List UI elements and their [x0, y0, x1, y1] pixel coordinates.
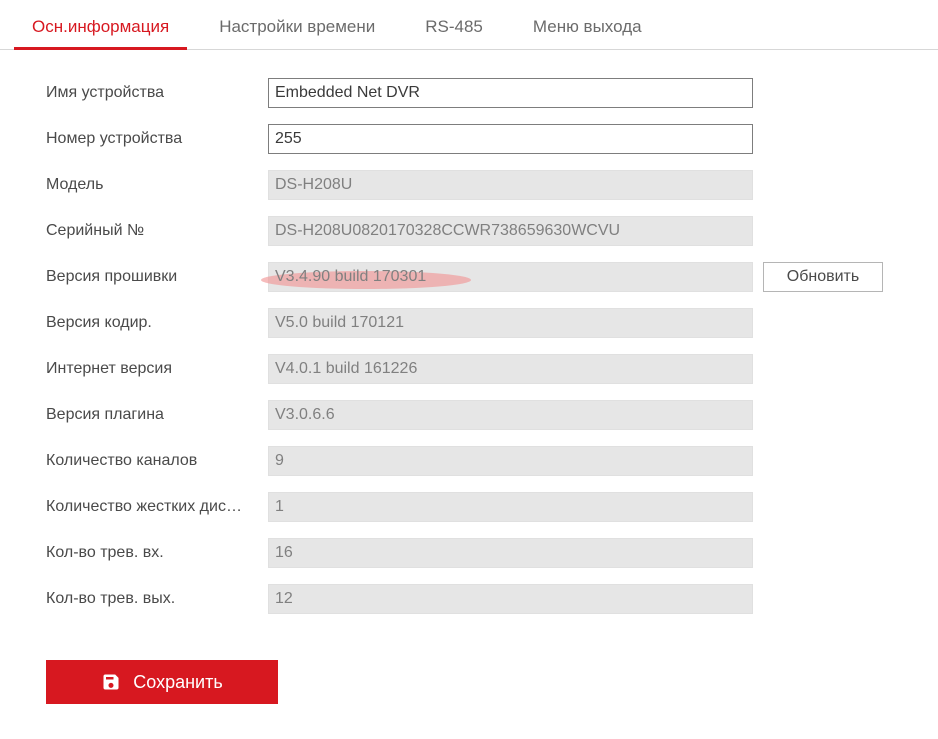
hdds-value: 1	[268, 492, 753, 522]
alarm-in-value: 16	[268, 538, 753, 568]
label-alarm-in: Кол-во трев. вх.	[46, 544, 268, 562]
label-alarm-out: Кол-во трев. вых.	[46, 590, 268, 608]
firmware-value: V3.4.90 build 170301	[268, 262, 753, 292]
channels-value: 9	[268, 446, 753, 476]
label-plugin: Версия плагина	[46, 406, 268, 424]
label-serial: Серийный №	[46, 222, 268, 240]
serial-value: DS-H208U0820170328CCWR738659630WCVU	[268, 216, 753, 246]
update-button[interactable]: Обновить	[763, 262, 883, 292]
alarm-out-value: 12	[268, 584, 753, 614]
device-no-input[interactable]	[268, 124, 753, 154]
save-icon	[101, 672, 121, 692]
plugin-value: V3.0.6.6	[268, 400, 753, 430]
device-name-input[interactable]	[268, 78, 753, 108]
save-button-label: Сохранить	[133, 672, 222, 693]
label-device-no: Номер устройства	[46, 130, 268, 148]
tab-time-settings[interactable]: Настройки времени	[201, 5, 393, 49]
web-value: V4.0.1 build 161226	[268, 354, 753, 384]
tab-bar: Осн.информация Настройки времени RS-485 …	[0, 0, 938, 50]
encoding-value: V5.0 build 170121	[268, 308, 753, 338]
label-device-name: Имя устройства	[46, 84, 268, 102]
tab-rs485[interactable]: RS-485	[407, 5, 501, 49]
form-area: Имя устройства Номер устройства Модель D…	[0, 50, 938, 714]
tab-logout-menu[interactable]: Меню выхода	[515, 5, 660, 49]
tab-basic-info[interactable]: Осн.информация	[14, 5, 187, 49]
model-value: DS-H208U	[268, 170, 753, 200]
label-firmware: Версия прошивки	[46, 268, 268, 286]
label-encoding: Версия кодир.	[46, 314, 268, 332]
label-hdds: Количество жестких дис…	[46, 498, 268, 516]
save-button[interactable]: Сохранить	[46, 660, 278, 704]
label-model: Модель	[46, 176, 268, 194]
label-web: Интернет версия	[46, 360, 268, 378]
label-channels: Количество каналов	[46, 452, 268, 470]
